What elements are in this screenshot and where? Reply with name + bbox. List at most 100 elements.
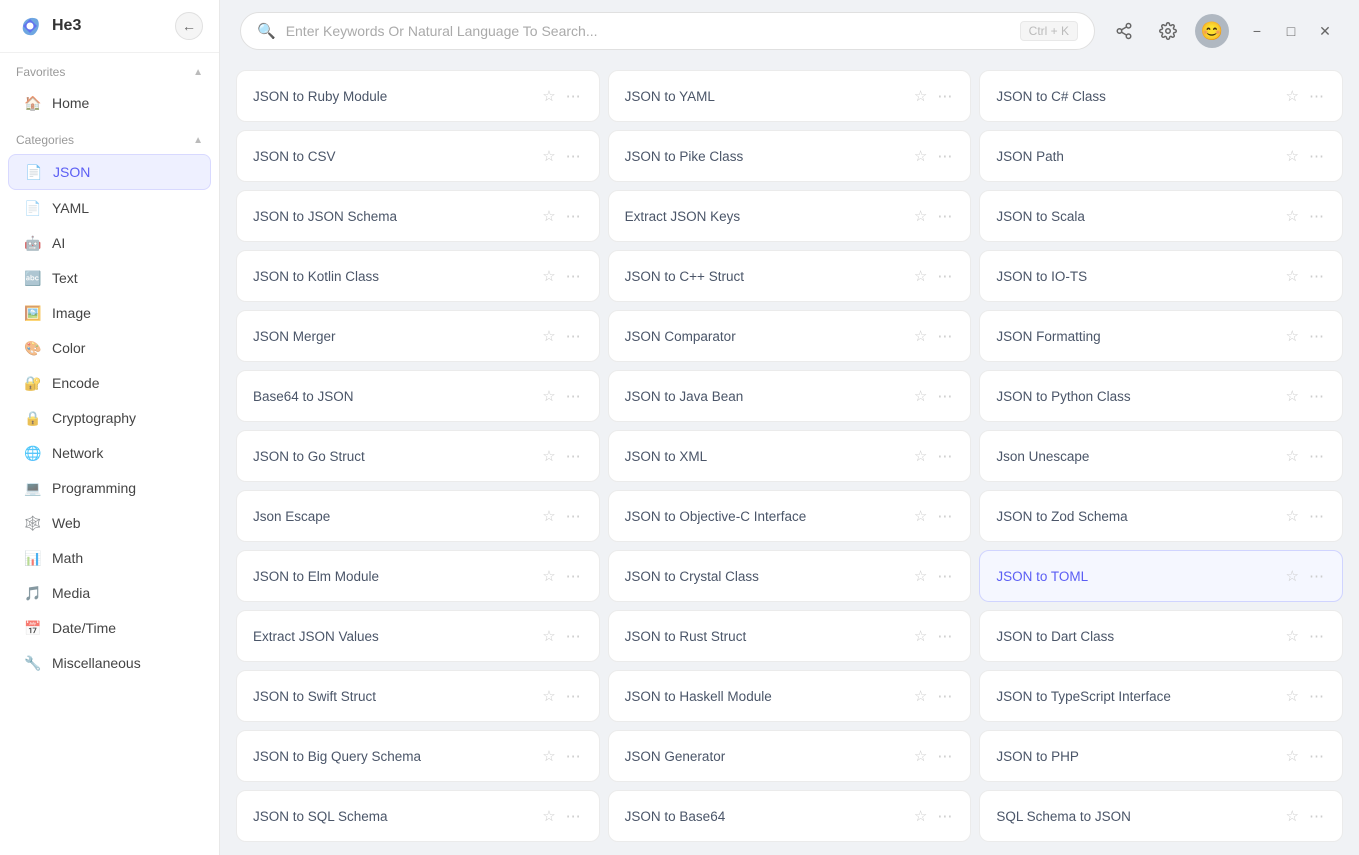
more-button[interactable]: ⋯ <box>564 325 583 347</box>
sidebar-item-home[interactable]: 🏠 Home <box>8 86 211 120</box>
more-button[interactable]: ⋯ <box>564 805 583 827</box>
tool-card[interactable]: JSON Generator ☆ ⋯ <box>608 730 972 782</box>
tool-card[interactable]: JSON to Scala ☆ ⋯ <box>979 190 1343 242</box>
tool-card[interactable]: JSON to Objective-C Interface ☆ ⋯ <box>608 490 972 542</box>
more-button[interactable]: ⋯ <box>1307 565 1326 587</box>
more-button[interactable]: ⋯ <box>564 145 583 167</box>
minimize-button[interactable]: − <box>1243 17 1271 45</box>
more-button[interactable]: ⋯ <box>1307 265 1326 287</box>
more-button[interactable]: ⋯ <box>935 265 954 287</box>
star-button[interactable]: ☆ <box>1284 565 1301 587</box>
more-button[interactable]: ⋯ <box>1307 805 1326 827</box>
star-button[interactable]: ☆ <box>912 745 929 767</box>
sidebar-item-math[interactable]: 📊 Math <box>8 541 211 575</box>
sidebar-item-ai[interactable]: 🤖 AI <box>8 226 211 260</box>
star-button[interactable]: ☆ <box>540 145 557 167</box>
close-button[interactable]: ✕ <box>1311 17 1339 45</box>
more-button[interactable]: ⋯ <box>935 625 954 647</box>
tool-card[interactable]: JSON Path ☆ ⋯ <box>979 130 1343 182</box>
star-button[interactable]: ☆ <box>912 325 929 347</box>
tool-card[interactable]: JSON to TOML ☆ ⋯ <box>979 550 1343 602</box>
more-button[interactable]: ⋯ <box>1307 385 1326 407</box>
share-button[interactable] <box>1107 14 1141 48</box>
tool-card[interactable]: JSON to Go Struct ☆ ⋯ <box>236 430 600 482</box>
tool-card[interactable]: JSON to Big Query Schema ☆ ⋯ <box>236 730 600 782</box>
avatar[interactable]: 😊 <box>1195 14 1229 48</box>
sidebar-item-json[interactable]: 📄 JSON <box>8 154 211 190</box>
star-button[interactable]: ☆ <box>1284 445 1301 467</box>
more-button[interactable]: ⋯ <box>564 565 583 587</box>
star-button[interactable]: ☆ <box>1284 745 1301 767</box>
tool-card[interactable]: JSON to Swift Struct ☆ ⋯ <box>236 670 600 722</box>
star-button[interactable]: ☆ <box>1284 805 1301 827</box>
tool-card[interactable]: JSON to Base64 ☆ ⋯ <box>608 790 972 842</box>
star-button[interactable]: ☆ <box>912 385 929 407</box>
star-button[interactable]: ☆ <box>1284 325 1301 347</box>
more-button[interactable]: ⋯ <box>564 385 583 407</box>
sidebar-item-color[interactable]: 🎨 Color <box>8 331 211 365</box>
tool-card[interactable]: JSON to Zod Schema ☆ ⋯ <box>979 490 1343 542</box>
more-button[interactable]: ⋯ <box>1307 745 1326 767</box>
star-button[interactable]: ☆ <box>540 625 557 647</box>
tool-card[interactable]: JSON to C++ Struct ☆ ⋯ <box>608 250 972 302</box>
more-button[interactable]: ⋯ <box>935 685 954 707</box>
more-button[interactable]: ⋯ <box>935 445 954 467</box>
sidebar-item-text[interactable]: 🔤 Text <box>8 261 211 295</box>
more-button[interactable]: ⋯ <box>564 205 583 227</box>
more-button[interactable]: ⋯ <box>564 265 583 287</box>
back-button[interactable]: ← <box>175 12 203 40</box>
more-button[interactable]: ⋯ <box>1307 505 1326 527</box>
star-button[interactable]: ☆ <box>912 85 929 107</box>
tool-card[interactable]: JSON to Pike Class ☆ ⋯ <box>608 130 972 182</box>
star-button[interactable]: ☆ <box>540 325 557 347</box>
more-button[interactable]: ⋯ <box>564 745 583 767</box>
star-button[interactable]: ☆ <box>540 685 557 707</box>
tool-card[interactable]: JSON to XML ☆ ⋯ <box>608 430 972 482</box>
tool-card[interactable]: Base64 to JSON ☆ ⋯ <box>236 370 600 422</box>
tool-card[interactable]: JSON to IO-TS ☆ ⋯ <box>979 250 1343 302</box>
star-button[interactable]: ☆ <box>1284 625 1301 647</box>
tool-card[interactable]: JSON to CSV ☆ ⋯ <box>236 130 600 182</box>
tool-card[interactable]: Extract JSON Values ☆ ⋯ <box>236 610 600 662</box>
more-button[interactable]: ⋯ <box>935 205 954 227</box>
star-button[interactable]: ☆ <box>540 565 557 587</box>
star-button[interactable]: ☆ <box>1284 145 1301 167</box>
tool-card[interactable]: JSON Merger ☆ ⋯ <box>236 310 600 362</box>
sidebar-item-programming[interactable]: 💻 Programming <box>8 471 211 505</box>
search-bar[interactable]: 🔍 Ctrl + K <box>240 12 1095 50</box>
more-button[interactable]: ⋯ <box>1307 685 1326 707</box>
more-button[interactable]: ⋯ <box>564 625 583 647</box>
more-button[interactable]: ⋯ <box>935 385 954 407</box>
tool-card[interactable]: JSON to Rust Struct ☆ ⋯ <box>608 610 972 662</box>
tool-card[interactable]: JSON to Crystal Class ☆ ⋯ <box>608 550 972 602</box>
star-button[interactable]: ☆ <box>912 505 929 527</box>
sidebar-item-network[interactable]: 🌐 Network <box>8 436 211 470</box>
more-button[interactable]: ⋯ <box>935 85 954 107</box>
star-button[interactable]: ☆ <box>1284 265 1301 287</box>
star-button[interactable]: ☆ <box>1284 385 1301 407</box>
more-button[interactable]: ⋯ <box>564 685 583 707</box>
star-button[interactable]: ☆ <box>1284 685 1301 707</box>
star-button[interactable]: ☆ <box>912 685 929 707</box>
more-button[interactable]: ⋯ <box>935 745 954 767</box>
star-button[interactable]: ☆ <box>912 265 929 287</box>
star-button[interactable]: ☆ <box>912 625 929 647</box>
more-button[interactable]: ⋯ <box>1307 205 1326 227</box>
sidebar-item-yaml[interactable]: 📄 YAML <box>8 191 211 225</box>
tool-card[interactable]: JSON to TypeScript Interface ☆ ⋯ <box>979 670 1343 722</box>
star-button[interactable]: ☆ <box>540 385 557 407</box>
star-button[interactable]: ☆ <box>912 565 929 587</box>
tool-card[interactable]: JSON to Java Bean ☆ ⋯ <box>608 370 972 422</box>
star-button[interactable]: ☆ <box>540 265 557 287</box>
tool-card[interactable]: JSON to Ruby Module ☆ ⋯ <box>236 70 600 122</box>
tool-card[interactable]: JSON to Dart Class ☆ ⋯ <box>979 610 1343 662</box>
sidebar-item-image[interactable]: 🖼️ Image <box>8 296 211 330</box>
tool-card[interactable]: JSON Comparator ☆ ⋯ <box>608 310 972 362</box>
tool-card[interactable]: JSON to SQL Schema ☆ ⋯ <box>236 790 600 842</box>
sidebar-item-web[interactable]: 🕸️ Web <box>8 506 211 540</box>
tool-card[interactable]: JSON to PHP ☆ ⋯ <box>979 730 1343 782</box>
more-button[interactable]: ⋯ <box>935 505 954 527</box>
star-button[interactable]: ☆ <box>1284 205 1301 227</box>
sidebar-item-cryptography[interactable]: 🔒 Cryptography <box>8 401 211 435</box>
star-button[interactable]: ☆ <box>912 445 929 467</box>
